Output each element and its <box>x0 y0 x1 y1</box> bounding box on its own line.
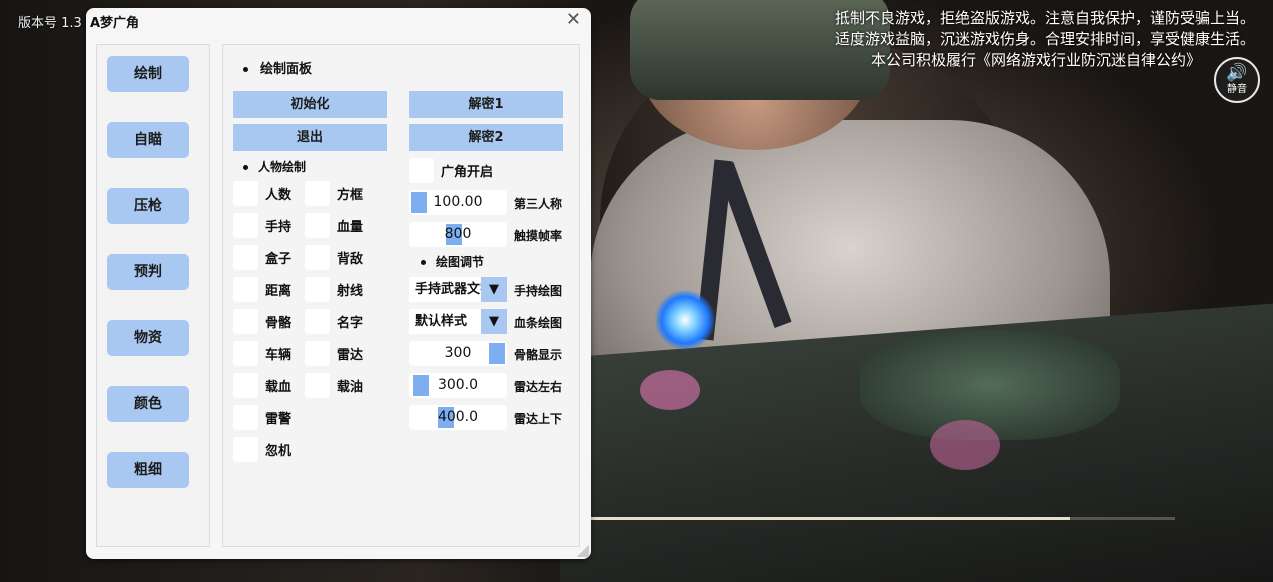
checkbox-box[interactable] <box>233 309 258 334</box>
checkbox-skeleton[interactable]: 骨骼 <box>233 309 291 334</box>
checkbox-box[interactable] <box>233 437 258 462</box>
sidebar-item-color[interactable]: 颜色 <box>107 386 189 422</box>
slider-value: 300.0 <box>437 377 479 393</box>
notice-line: 本公司积极履行《网络游戏行业防沉迷自律公约》 <box>870 51 1201 69</box>
checkbox-box[interactable] <box>233 373 258 398</box>
checkbox-box[interactable] <box>233 405 258 430</box>
window-title: A梦广角 <box>90 16 140 31</box>
slider-value: 800 <box>444 226 472 242</box>
slider-value: 100.00 <box>433 194 483 210</box>
panel-header: 绘制面板 <box>243 58 312 77</box>
slider-touch-fps[interactable]: 800 <box>409 222 507 247</box>
slider-radar-horizontal[interactable]: 300.0 <box>409 373 507 398</box>
mute-button[interactable]: 🔊 静音 <box>1214 57 1260 103</box>
combo-value: 手持武器文字 <box>415 282 483 297</box>
slider-radar-vertical[interactable]: 400.0 <box>409 405 507 430</box>
menu-window: A梦广角 ✕ 绘制 自瞄 压枪 预判 物资 颜色 粗细 绘制面板 初始化 解密1… <box>86 8 591 559</box>
checkbox-box[interactable] <box>233 277 258 302</box>
checkbox-health[interactable]: 血量 <box>305 213 363 238</box>
sidebar-item-recoil[interactable]: 压枪 <box>107 188 189 224</box>
map-tree <box>930 420 1000 470</box>
checkbox-box[interactable] <box>233 341 258 366</box>
bullet-icon <box>243 165 248 170</box>
checkbox-vehicle-health[interactable]: 载血 <box>233 373 291 398</box>
checkbox-box[interactable] <box>409 158 434 183</box>
sidebar-item-draw[interactable]: 绘制 <box>107 56 189 92</box>
mute-label: 静音 <box>1227 84 1247 95</box>
checkbox-distance[interactable]: 距离 <box>233 277 291 302</box>
bullet-icon <box>243 67 248 72</box>
checkbox-box[interactable] <box>233 213 258 238</box>
decrypt1-button[interactable]: 解密1 <box>409 91 563 118</box>
slider-label: 雷达左右 <box>514 380 563 394</box>
checkbox-player-count[interactable]: 人数 <box>233 181 291 206</box>
combo-label: 手持绘图 <box>514 284 563 298</box>
decrypt2-button[interactable]: 解密2 <box>409 124 563 151</box>
anti-addiction-notice: 抵制不良游戏，拒绝盗版游戏。注意自我保护，谨防受骗上当。 适度游戏益脑，沉迷游戏… <box>735 8 1255 71</box>
notice-line: 适度游戏益脑，沉迷游戏伤身。合理安排时间，享受健康生活。 <box>834 30 1255 48</box>
checkbox-vehicle-fuel[interactable]: 载油 <box>305 373 363 398</box>
checkbox-box[interactable] <box>305 277 330 302</box>
checkbox-wide-angle[interactable]: 广角开启 <box>409 158 493 183</box>
checkbox-box[interactable] <box>305 181 330 206</box>
notice-line: 抵制不良游戏，拒绝盗版游戏。注意自我保护，谨防受骗上当。 <box>834 9 1255 27</box>
sidebar-item-items[interactable]: 物资 <box>107 320 189 356</box>
dropdown-arrow-icon[interactable]: ▼ <box>481 277 507 302</box>
sidebar: 绘制 自瞄 压枪 预判 物资 颜色 粗细 <box>96 44 210 547</box>
speaker-icon: 🔊 <box>1226 63 1248 83</box>
draw-panel: 绘制面板 初始化 解密1 退出 解密2 人物绘制 人数 手持 盒子 距离 骨骼 … <box>222 44 580 547</box>
init-button[interactable]: 初始化 <box>233 91 387 118</box>
checkbox-ignore-bots[interactable]: 忽机 <box>233 437 291 462</box>
slider-value: 300 <box>444 345 472 361</box>
checkbox-grenade-warning[interactable]: 雷警 <box>233 405 291 430</box>
checkbox-box[interactable] <box>305 309 330 334</box>
draw-adjust-header: 绘图调节 <box>421 253 484 270</box>
checkbox-vehicle[interactable]: 车辆 <box>233 341 291 366</box>
slider-label: 第三人称 <box>514 197 563 211</box>
checkbox-back-enemy[interactable]: 背敌 <box>305 245 363 270</box>
combo-value: 默认样式 <box>415 314 468 329</box>
checkbox-box[interactable] <box>305 213 330 238</box>
close-icon[interactable]: ✕ <box>566 11 581 29</box>
bullet-icon <box>421 260 426 265</box>
combo-held-weapon-style[interactable]: 手持武器文字 ▼ <box>409 277 507 302</box>
slider-label: 触摸帧率 <box>514 229 563 243</box>
slider-third-person[interactable]: 100.00 <box>409 190 507 215</box>
map-tree <box>640 370 700 410</box>
checkbox-box[interactable] <box>233 181 258 206</box>
person-draw-header: 人物绘制 <box>243 158 306 175</box>
checkbox-name[interactable]: 名字 <box>305 309 363 334</box>
resize-grip-icon[interactable] <box>577 545 589 557</box>
video-progress-fill <box>590 517 1070 520</box>
sidebar-item-aimbot[interactable]: 自瞄 <box>107 122 189 158</box>
exit-button[interactable]: 退出 <box>233 124 387 151</box>
combo-health-bar-style[interactable]: 默认样式 ▼ <box>409 309 507 334</box>
checkbox-box-esp[interactable]: 方框 <box>305 181 363 206</box>
checkbox-ray[interactable]: 射线 <box>305 277 363 302</box>
combo-label: 血条绘图 <box>514 316 563 330</box>
checkbox-box[interactable] <box>305 341 330 366</box>
checkbox-box[interactable] <box>305 373 330 398</box>
checkbox-box[interactable] <box>305 245 330 270</box>
map-terrain <box>860 330 1120 440</box>
checkbox-radar[interactable]: 雷达 <box>305 341 363 366</box>
slider-label: 雷达上下 <box>514 412 563 426</box>
checkbox-box[interactable] <box>233 245 258 270</box>
dropdown-arrow-icon[interactable]: ▼ <box>481 309 507 334</box>
sidebar-item-predict[interactable]: 预判 <box>107 254 189 290</box>
slider-label: 骨骼显示 <box>514 348 563 362</box>
checkbox-held-weapon[interactable]: 手持 <box>233 213 291 238</box>
sidebar-item-thickness[interactable]: 粗细 <box>107 452 189 488</box>
slider-skeleton-display[interactable]: 300 <box>409 341 507 366</box>
slider-value: 400.0 <box>437 409 479 425</box>
video-progress-bar[interactable] <box>590 517 1175 520</box>
glowing-orb <box>655 290 715 350</box>
version-label: 版本号 1.3 <box>18 16 82 31</box>
checkbox-loot-box[interactable]: 盒子 <box>233 245 291 270</box>
